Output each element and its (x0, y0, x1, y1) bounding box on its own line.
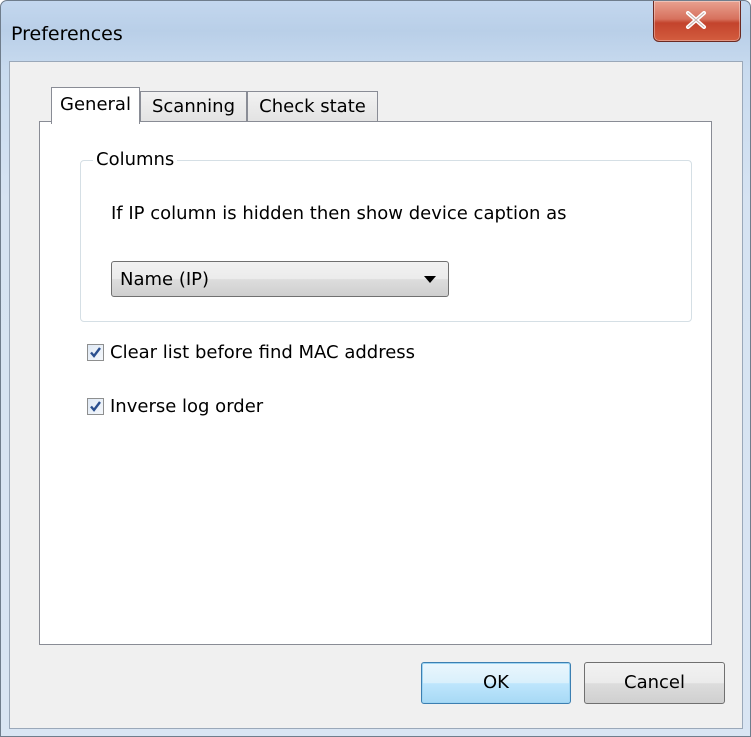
chevron-down-icon (424, 276, 436, 283)
tab-check-state[interactable]: Check state (247, 91, 378, 121)
tab-scanning[interactable]: Scanning (140, 91, 247, 121)
inverse-log-label: Inverse log order (110, 396, 264, 417)
tab-general-label: General (60, 94, 131, 115)
caption-format-value: Name (IP) (120, 269, 210, 290)
inverse-log-checkbox[interactable] (87, 398, 104, 415)
ok-button[interactable]: OK (421, 662, 571, 704)
close-button[interactable] (653, 1, 741, 42)
tab-scanning-label: Scanning (151, 96, 235, 117)
clear-list-label: Clear list before find MAC address (110, 342, 416, 363)
dialog-client-area: General Scanning Check state Columns If … (9, 61, 743, 729)
tab-panel-general: Columns If IP column is hidden then show… (39, 121, 712, 645)
tab-general[interactable]: General (51, 87, 140, 124)
cancel-button[interactable]: Cancel (584, 662, 725, 704)
tab-check-state-label: Check state (259, 96, 366, 117)
checkmark-icon (90, 401, 101, 412)
columns-group-label: Columns (93, 149, 178, 170)
clear-list-checkbox[interactable] (87, 344, 104, 361)
preferences-dialog: Preferences General Scanning Check state… (0, 0, 751, 737)
window-title: Preferences (11, 23, 123, 45)
caption-description: If IP column is hidden then show device … (111, 203, 567, 224)
caption-format-select[interactable]: Name (IP) (111, 261, 449, 297)
close-icon (686, 11, 706, 29)
title-bar[interactable]: Preferences (1, 1, 750, 61)
checkmark-icon (90, 347, 101, 358)
columns-group: Columns If IP column is hidden then show… (80, 149, 692, 322)
